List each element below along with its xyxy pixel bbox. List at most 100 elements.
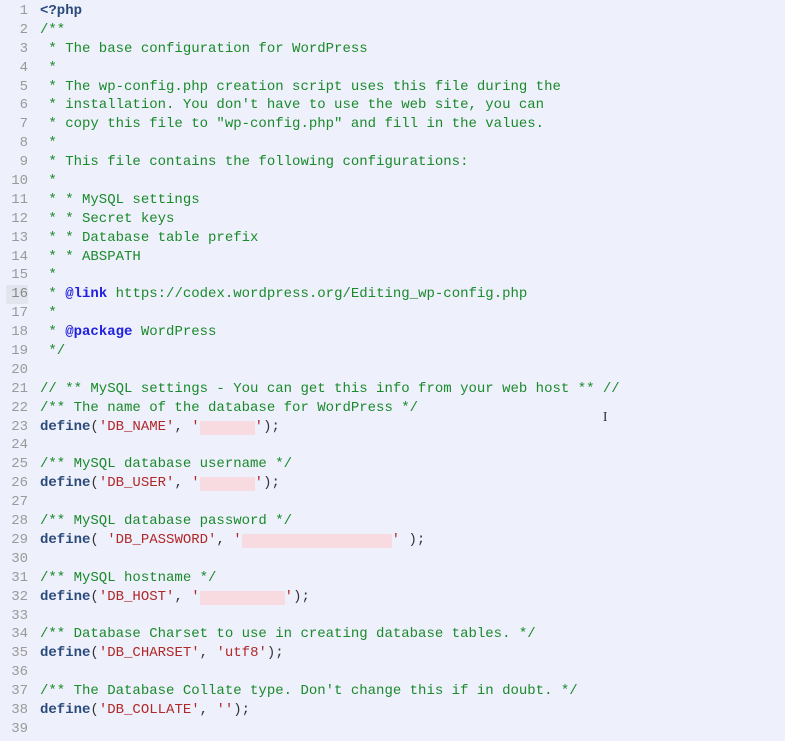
code-token: * * Database table prefix: [40, 230, 258, 246]
line-number: 1: [6, 2, 28, 21]
code-token: ,: [174, 419, 191, 435]
code-token: ,: [174, 589, 191, 605]
code-line[interactable]: * The base configuration for WordPress: [40, 40, 781, 59]
code-token: 'DB_CHARSET': [99, 645, 200, 661]
code-line[interactable]: // ** MySQL settings - You can get this …: [40, 380, 781, 399]
code-line[interactable]: * @link https://codex.wordpress.org/Edit…: [40, 285, 781, 304]
line-number: 34: [6, 625, 28, 644]
code-token: define: [40, 645, 90, 661]
code-line[interactable]: /** MySQL database username */: [40, 455, 781, 474]
redacted-value: [242, 534, 392, 548]
code-token: *: [40, 305, 57, 321]
code-token: */: [40, 343, 65, 359]
code-line[interactable]: * * Database table prefix: [40, 229, 781, 248]
code-line[interactable]: [40, 436, 781, 455]
code-line[interactable]: * * Secret keys: [40, 210, 781, 229]
line-number: 33: [6, 607, 28, 626]
line-number: 11: [6, 191, 28, 210]
code-token: * * MySQL settings: [40, 192, 200, 208]
code-token: );: [400, 532, 425, 548]
code-token: * copy this file to "wp-config.php" and …: [40, 116, 544, 132]
code-token: (: [90, 645, 98, 661]
code-line[interactable]: define('DB_USER', '');: [40, 474, 781, 493]
code-token: (: [90, 589, 98, 605]
code-line[interactable]: [40, 607, 781, 626]
code-line[interactable]: /** The Database Collate type. Don't cha…: [40, 682, 781, 701]
code-line[interactable]: *: [40, 59, 781, 78]
line-number: 19: [6, 342, 28, 361]
line-number: 36: [6, 663, 28, 682]
line-number: 30: [6, 550, 28, 569]
code-line[interactable]: *: [40, 134, 781, 153]
code-line[interactable]: <?php: [40, 2, 781, 21]
code-line[interactable]: [40, 361, 781, 380]
code-line[interactable]: * copy this file to "wp-config.php" and …: [40, 115, 781, 134]
code-token: 'DB_HOST': [99, 589, 175, 605]
code-token: *: [40, 60, 57, 76]
redacted-value: [200, 421, 255, 435]
line-number: 20: [6, 361, 28, 380]
code-line[interactable]: * The wp-config.php creation script uses…: [40, 78, 781, 97]
code-token: // ** MySQL settings - You can get this …: [40, 381, 620, 397]
code-line[interactable]: * This file contains the following confi…: [40, 153, 781, 172]
code-line[interactable]: [40, 493, 781, 512]
line-number: 7: [6, 115, 28, 134]
line-number: 5: [6, 78, 28, 97]
line-number: 28: [6, 512, 28, 531]
code-line[interactable]: [40, 663, 781, 682]
code-token: ': [191, 475, 199, 491]
code-line[interactable]: /** The name of the database for WordPre…: [40, 399, 781, 418]
line-number: 6: [6, 96, 28, 115]
code-line[interactable]: /**: [40, 21, 781, 40]
redacted-value: [200, 477, 255, 491]
code-token: * * ABSPATH: [40, 249, 141, 265]
code-line[interactable]: /** MySQL database password */: [40, 512, 781, 531]
code-line[interactable]: *: [40, 266, 781, 285]
code-line[interactable]: /** Database Charset to use in creating …: [40, 625, 781, 644]
code-token: <?php: [40, 3, 82, 19]
code-token: * This file contains the following confi…: [40, 154, 468, 170]
code-token: define: [40, 702, 90, 718]
code-line[interactable]: define('DB_CHARSET', 'utf8');: [40, 644, 781, 663]
code-line[interactable]: */: [40, 342, 781, 361]
code-line[interactable]: [40, 550, 781, 569]
line-number: 39: [6, 720, 28, 739]
code-line[interactable]: define('DB_HOST', '');: [40, 588, 781, 607]
code-line[interactable]: * installation. You don't have to use th…: [40, 96, 781, 115]
line-number: 26: [6, 474, 28, 493]
code-token: define: [40, 532, 90, 548]
code-token: 'DB_NAME': [99, 419, 175, 435]
code-token: (: [90, 702, 98, 718]
code-token: );: [293, 589, 310, 605]
line-number: 9: [6, 153, 28, 172]
line-number: 38: [6, 701, 28, 720]
code-line[interactable]: *: [40, 304, 781, 323]
code-token: /** MySQL database username */: [40, 456, 292, 472]
code-token: (: [90, 532, 107, 548]
line-number: 15: [6, 266, 28, 285]
code-line[interactable]: [40, 720, 781, 739]
code-token: * The wp-config.php creation script uses…: [40, 79, 561, 95]
code-token: @package: [65, 324, 132, 340]
code-line[interactable]: define( 'DB_PASSWORD', '' );: [40, 531, 781, 550]
code-line[interactable]: * @package WordPress: [40, 323, 781, 342]
code-editor[interactable]: 1234567891011121314151617181920212223242…: [0, 0, 785, 741]
code-line[interactable]: *: [40, 172, 781, 191]
line-number: 25: [6, 455, 28, 474]
line-number: 8: [6, 134, 28, 153]
code-line[interactable]: define('DB_NAME', '');: [40, 418, 781, 437]
code-token: *: [40, 135, 57, 151]
code-token: *: [40, 267, 57, 283]
redacted-value: [200, 591, 285, 605]
line-number: 18: [6, 323, 28, 342]
code-content-area[interactable]: <?php /** * The base configuration for Wo…: [36, 0, 785, 741]
code-line[interactable]: * * ABSPATH: [40, 248, 781, 267]
code-line[interactable]: define('DB_COLLATE', '');: [40, 701, 781, 720]
code-token: /** The name of the database for WordPre…: [40, 400, 418, 416]
code-line[interactable]: * * MySQL settings: [40, 191, 781, 210]
line-number: 24: [6, 436, 28, 455]
code-token: /** Database Charset to use in creating …: [40, 626, 536, 642]
code-token: ': [255, 475, 263, 491]
code-line[interactable]: /** MySQL hostname */: [40, 569, 781, 588]
line-number: 27: [6, 493, 28, 512]
